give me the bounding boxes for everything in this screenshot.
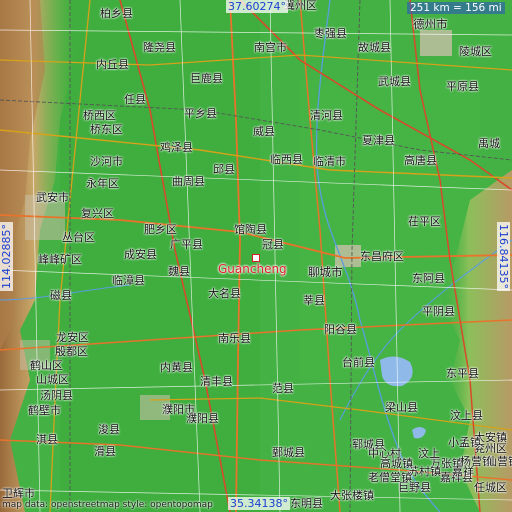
place-label[interactable]: 台前县 (342, 357, 375, 369)
map-attribution: map data: openstreetmap style: opentopom… (2, 500, 213, 510)
place-label[interactable]: 桥东区 (90, 124, 123, 136)
center-place-label[interactable]: Guancheng (218, 262, 287, 276)
place-label[interactable]: 平阴县 (422, 306, 455, 318)
place-label[interactable]: 梁山县 (385, 402, 418, 414)
place-label[interactable]: 浚县 (98, 424, 120, 436)
place-label[interactable]: 大张楼镇 (330, 490, 374, 502)
place-label[interactable]: 临清市 (313, 156, 346, 168)
place-label[interactable]: 柏乡县 (100, 8, 133, 20)
place-label[interactable]: 武安市 (36, 192, 69, 204)
place-label[interactable]: 东阿县 (412, 273, 445, 285)
place-label[interactable]: 鸡泽县 (160, 142, 193, 154)
place-label[interactable]: 任城区 (474, 482, 507, 494)
place-label[interactable]: 成安县 (124, 249, 157, 261)
place-label[interactable]: 高唐县 (404, 155, 437, 167)
place-label[interactable]: 枣强县 (314, 28, 347, 40)
place-label[interactable]: 淇县 (36, 434, 58, 446)
place-label[interactable]: 魏县 (168, 266, 190, 278)
place-label[interactable]: 广平县 (170, 239, 203, 251)
place-label[interactable]: 殷都区 (55, 346, 88, 358)
place-label[interactable]: 聊城市 (308, 266, 343, 278)
place-label[interactable]: 丛台区 (62, 232, 95, 244)
place-label[interactable]: 鹤壁市 (28, 405, 61, 417)
place-label[interactable]: 曲周县 (172, 176, 205, 188)
top-latitude-label: 37.60274° (226, 0, 288, 13)
place-label[interactable]: 南乐县 (218, 333, 251, 345)
place-label[interactable]: 兖州区 (474, 443, 507, 455)
place-label[interactable]: 卫辉市 (2, 488, 35, 500)
place-label[interactable]: 老僧堂镇 (368, 472, 412, 484)
place-label[interactable]: 龙安区 (56, 332, 89, 344)
place-label[interactable]: 东昌府区 (360, 251, 404, 263)
scale-label: 251 km = 156 mi (407, 2, 505, 14)
place-label[interactable]: 内黄县 (160, 362, 193, 374)
place-label[interactable]: 冀州区 (284, 0, 317, 12)
place-label[interactable]: 南宫市 (254, 42, 287, 54)
place-label[interactable]: 临西县 (270, 154, 303, 166)
place-label[interactable]: 临漳县 (112, 275, 145, 287)
place-label[interactable]: 任县 (124, 94, 146, 106)
place-label[interactable]: 巨鹿县 (190, 73, 223, 85)
place-label[interactable]: 峰峰矿区 (38, 254, 82, 266)
place-label[interactable]: 鄄城县 (272, 447, 305, 459)
place-label[interactable]: 沙河市 (90, 156, 123, 168)
place-label[interactable]: 汶上县 (450, 410, 483, 422)
place-label[interactable]: 平乡县 (184, 108, 217, 120)
place-label[interactable]: 陵城区 (459, 46, 492, 58)
place-label[interactable]: 隆尧县 (143, 42, 176, 54)
place-label[interactable]: 清河县 (310, 110, 343, 122)
place-label[interactable]: 威县 (253, 126, 275, 138)
place-label[interactable]: 鹤山区 (30, 360, 63, 372)
place-label[interactable]: 阳谷县 (324, 324, 357, 336)
place-label[interactable]: 清丰县 (200, 376, 233, 388)
place-label[interactable]: 中心村 (368, 448, 401, 460)
place-label[interactable]: 德州市 (413, 18, 448, 30)
place-label[interactable]: 嘉祥 (452, 466, 474, 478)
place-label[interactable]: 范县 (272, 383, 294, 395)
place-label[interactable]: 茌平区 (408, 216, 441, 228)
place-label[interactable]: 濮阳县 (186, 413, 219, 425)
place-label[interactable]: 汤阴县 (40, 390, 73, 402)
location-marker-icon[interactable] (252, 254, 260, 262)
place-label[interactable]: 山城区 (36, 374, 69, 386)
place-label[interactable]: 大名县 (208, 288, 241, 300)
place-label[interactable]: 仙营镇 (486, 456, 512, 468)
place-label[interactable]: 禹城 (478, 138, 500, 150)
place-label[interactable]: 汶上 (418, 448, 440, 460)
place-label[interactable]: 桥西区 (83, 110, 116, 122)
bottom-latitude-label: 35.34138° (228, 497, 290, 510)
place-label[interactable]: 冠县 (262, 239, 284, 251)
place-label[interactable]: 肥乡区 (144, 224, 177, 236)
left-longitude-label: 114.02885° (0, 222, 13, 291)
map-view[interactable]: 柏乡县 冀州区 枣强县 德州市 隆尧县 南宫市 故城县 陵城区 内丘县 巨鹿县 … (0, 0, 512, 512)
place-label[interactable]: 东平县 (446, 368, 479, 380)
place-label[interactable]: 滑县 (94, 446, 116, 458)
place-label[interactable]: 磁县 (50, 290, 72, 302)
place-label[interactable]: 永年区 (86, 178, 119, 190)
place-label[interactable]: 东明县 (290, 498, 323, 510)
place-label[interactable]: 武城县 (378, 76, 411, 88)
place-label[interactable]: 复兴区 (81, 208, 114, 220)
place-label[interactable]: 故城县 (358, 42, 391, 54)
place-label[interactable]: 莘县 (303, 295, 325, 307)
place-label[interactable]: 夏津县 (362, 135, 395, 147)
place-label[interactable]: 馆陶县 (234, 224, 267, 236)
place-label[interactable]: 内丘县 (96, 59, 129, 71)
place-label[interactable]: 平原县 (446, 81, 479, 93)
place-label[interactable]: 邱县 (213, 164, 235, 176)
right-longitude-label: 116.84135° (497, 222, 510, 291)
